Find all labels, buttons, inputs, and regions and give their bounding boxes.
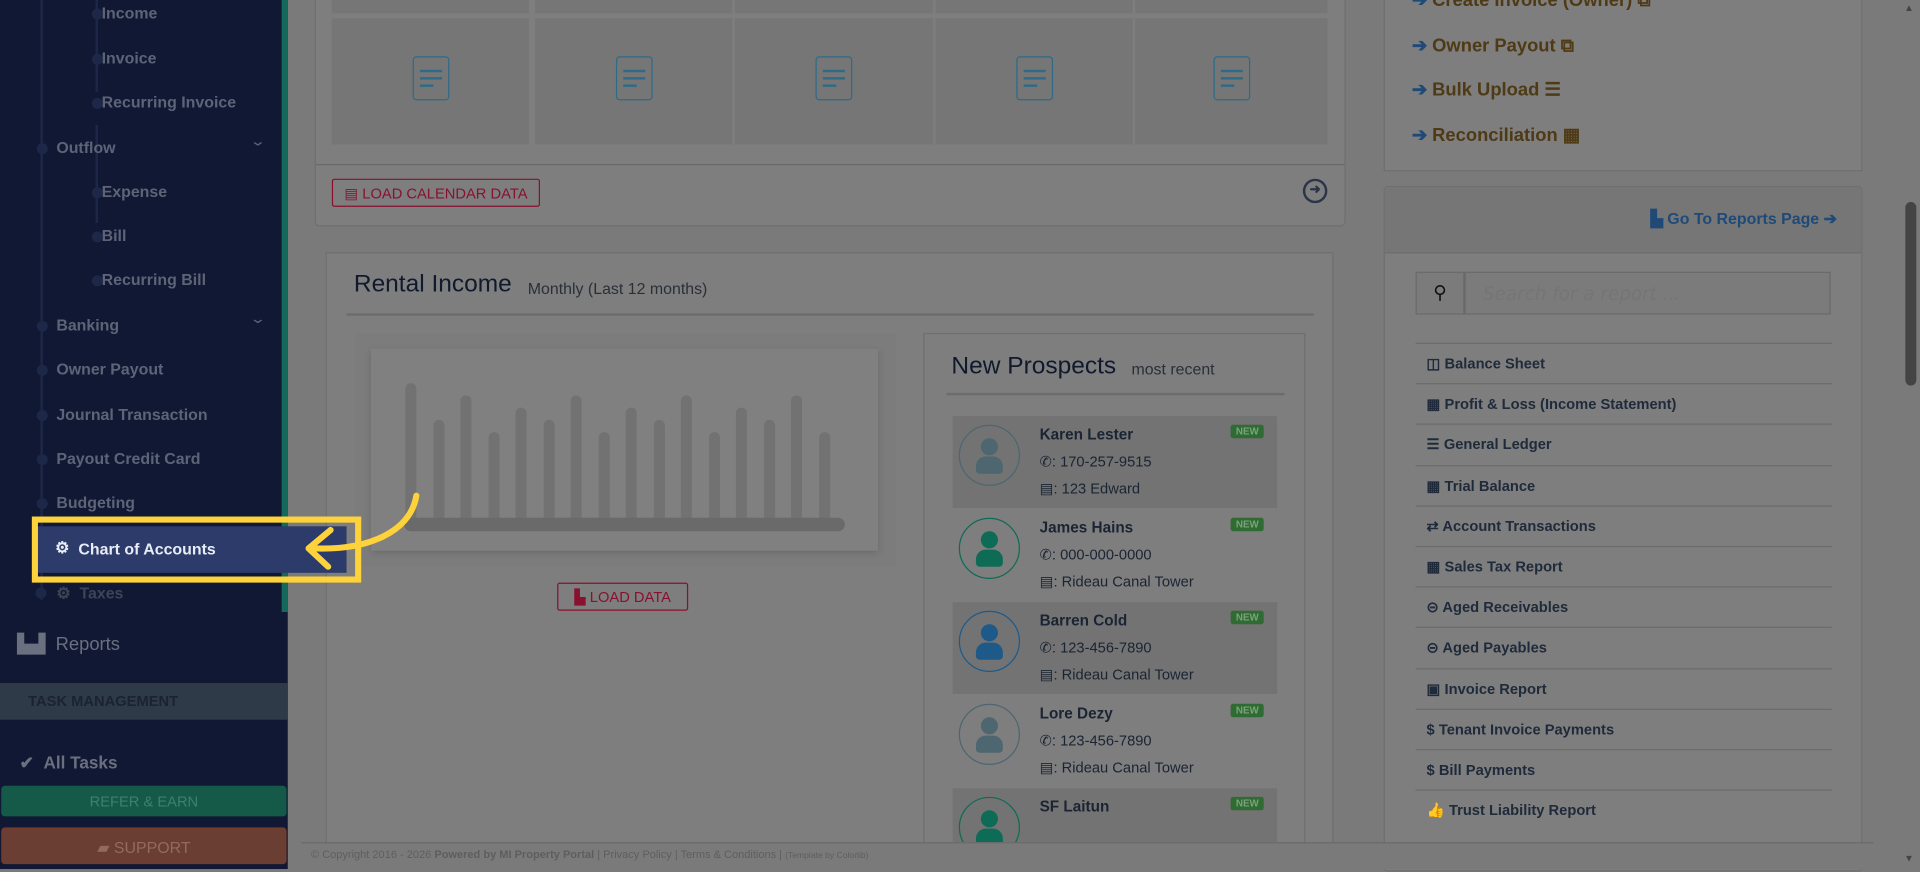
report-label: Account Transactions xyxy=(1442,517,1596,535)
gear-icon: ⚙ xyxy=(55,538,70,557)
report-icon: ◫ xyxy=(1426,354,1441,373)
report-link[interactable]: ▦ Trial Balance xyxy=(1415,464,1832,505)
report-icon: ⊝ xyxy=(1426,598,1439,616)
report-icon: $ xyxy=(1426,720,1435,738)
privacy-policy-link[interactable]: Privacy Policy xyxy=(603,848,672,860)
report-link[interactable]: ▣ Invoice Report xyxy=(1415,667,1832,708)
report-icon: ▣ xyxy=(1426,680,1441,698)
report-label: Tenant Invoice Payments xyxy=(1438,720,1615,738)
report-icon: ▦ xyxy=(1426,395,1441,413)
report-icon: 👍 xyxy=(1426,801,1445,820)
report-link[interactable]: ⇄ Account Transactions xyxy=(1415,505,1832,545)
report-label: General Ledger xyxy=(1443,436,1552,454)
report-label: Invoice Report xyxy=(1444,680,1547,698)
report-icon: ▦ xyxy=(1426,476,1441,494)
report-link[interactable]: ☰ General Ledger xyxy=(1415,423,1832,464)
report-link[interactable]: ▦ Sales Tax Report xyxy=(1415,545,1832,586)
template-credit: (Template by Colorlib) xyxy=(785,851,869,861)
report-label: Aged Receivables xyxy=(1442,598,1569,616)
report-icon: ☰ xyxy=(1426,436,1440,454)
report-icon: $ xyxy=(1426,761,1435,779)
report-link[interactable]: ⊝ Aged Payables xyxy=(1415,627,1832,667)
report-icon: ⊝ xyxy=(1426,639,1439,657)
report-link[interactable]: $ Bill Payments xyxy=(1415,749,1832,789)
report-link[interactable]: $ Tenant Invoice Payments xyxy=(1415,708,1832,748)
report-label: Sales Tax Report xyxy=(1444,558,1563,576)
copyright-text: © Copyright 2016 - 2026 xyxy=(311,848,432,861)
report-link[interactable]: 👍 Trust Liability Report xyxy=(1415,789,1832,830)
scroll-down-icon[interactable]: ▼ xyxy=(1904,853,1914,864)
report-label: Balance Sheet xyxy=(1444,354,1545,373)
report-icon: ▦ xyxy=(1426,558,1441,576)
scrollbar-thumb[interactable] xyxy=(1905,201,1917,386)
report-label: Bill Payments xyxy=(1438,761,1536,779)
report-icon: ⇄ xyxy=(1426,517,1439,535)
report-link[interactable]: ▦ Profit & Loss (Income Statement) xyxy=(1415,383,1832,423)
terms-link[interactable]: Terms & Conditions xyxy=(681,848,777,860)
report-label: Aged Payables xyxy=(1442,639,1547,657)
report-link[interactable]: ◫ Balance Sheet xyxy=(1415,342,1832,383)
pointer-arrow-icon xyxy=(305,492,420,570)
sidebar-item-label: Chart of Accounts xyxy=(78,539,216,559)
powered-by-link[interactable]: Powered by MI Property Portal xyxy=(434,848,594,860)
footer: © Copyright 2016 - 2026 Powered by MI Pr… xyxy=(301,842,1874,870)
report-label: Trust Liability Report xyxy=(1448,801,1596,820)
report-label: Trial Balance xyxy=(1444,476,1536,494)
scrollbar[interactable]: ▲ ▼ xyxy=(1901,0,1920,870)
report-label: Profit & Loss (Income Statement) xyxy=(1444,395,1677,413)
report-link[interactable]: ⊝ Aged Receivables xyxy=(1415,586,1832,627)
scroll-up-icon[interactable]: ▲ xyxy=(1904,2,1914,13)
